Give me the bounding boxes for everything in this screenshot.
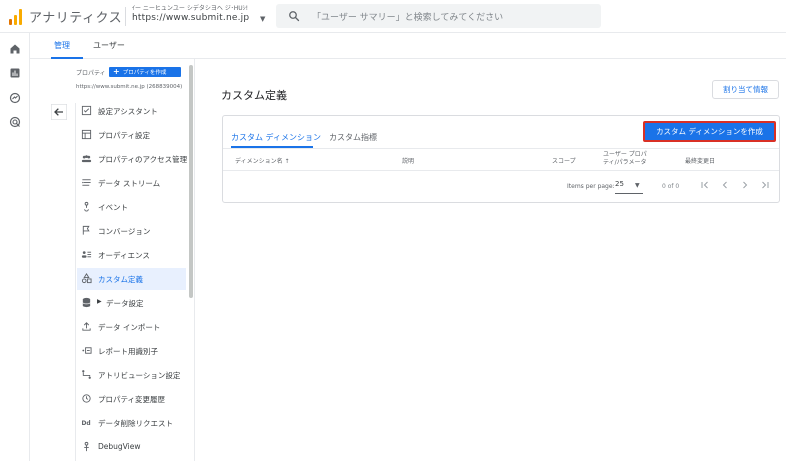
column-header-description: 説明 [402,158,415,165]
nav-item-upload[interactable]: データ インポート [77,316,186,338]
nav-item-label: アトリビューション設定 [98,371,181,380]
column-header-last-modified: 最終変更日 [685,158,716,165]
analytics-logo-icon[interactable] [9,9,23,25]
assign-info-button[interactable]: 割り当て情報 [712,80,779,99]
page-title: カスタム定義 [221,89,287,102]
nav-item-label: カスタム定義 [98,275,143,284]
nav-item-label: DebugView [98,442,141,451]
upload-icon [82,322,91,331]
prev-page-icon[interactable] [719,179,731,191]
tab-admin[interactable]: 管理 [54,40,70,51]
next-page-icon[interactable] [739,179,751,191]
attribution-icon [82,370,91,379]
nav-item-label: 設定アシスタント [98,107,158,116]
nav-item-label: データ設定 [106,299,144,308]
nav-item-label: プロパティ変更履歴 [98,395,166,404]
nav-item-audience[interactable]: オーディエンス [77,244,186,266]
left-rail [0,33,30,461]
history-icon [82,394,91,403]
table-header-divider [223,170,779,171]
plus-icon: + [113,67,120,76]
people-icon [81,155,92,163]
first-page-icon[interactable] [699,179,711,191]
search-placeholder: 「ユーザー サマリー」と検索してみてください [312,13,504,23]
items-per-page-label: Items per page: [567,183,615,190]
tab-custom-metrics[interactable]: カスタム指標 [329,132,377,143]
nav-item-label: コンバージョン [98,227,151,236]
column-header-user-property-line1: ユーザー プロパ [603,151,647,158]
account-dropdown-icon[interactable]: ▼ [260,15,265,23]
shapes-icon [81,273,92,284]
column-header-user-property-line2: ティ/パラメータ [603,159,647,166]
debug-icon [84,441,89,452]
nav-item-shapes[interactable]: カスタム定義 [77,268,186,290]
property-label: プロパティ [76,70,106,77]
nav-item-dd[interactable]: Dd データ削除リクエスト [77,412,186,434]
last-page-icon[interactable] [759,179,771,191]
account-property-name[interactable]: https://www.submit.ne.jp [132,13,249,23]
nav-item-label: データ削除リクエスト [98,419,173,428]
nav-item-checklist[interactable]: 設定アシスタント [77,100,186,122]
nav-item-label: イベント [98,203,128,212]
pagination-count: 0 of 0 [662,183,680,190]
column-header-scope: スコープ [552,158,576,165]
identity-icon [82,347,92,354]
create-custom-dimension-button[interactable]: カスタム ディメンションを作成 [643,121,776,142]
data-stream-icon [82,179,91,186]
back-arrow-icon[interactable] [51,104,67,120]
event-icon [84,201,89,212]
custom-definitions-card: カスタム ディメンション カスタム指標 カスタム ディメンションを作成 ディメン… [222,115,780,203]
tab-custom-dimensions[interactable]: カスタム ディメンション [231,132,321,143]
header-divider [125,7,126,26]
create-property-button[interactable]: + プロパティを作成 [109,67,181,77]
admin-subtabs: 管理 ユーザー [30,33,786,59]
nav-divider [75,103,76,461]
expand-arrow-icon[interactable]: ▶ [97,298,102,305]
nav-item-people[interactable]: プロパティのアクセス管理 [77,148,188,170]
explore-icon[interactable] [9,92,21,104]
column-header-user-property: ユーザー プロパ ティ/パラメータ [603,151,647,167]
tab-user[interactable]: ユーザー [93,40,125,51]
database-icon [82,297,91,308]
nav-item-event[interactable]: イベント [77,196,186,218]
items-per-page-underline [615,193,643,194]
nav-item-label: レポート用識別子 [98,347,158,356]
flag-icon [82,225,90,235]
account-breadcrumb[interactable]: ｲー ニーヒュンユー シデタシヨへ ジ･HUｼ! [132,3,248,12]
top-bar: アナリティクス ｲー ニーヒュンユー シデタシヨへ ジ･HUｼ! https:/… [0,0,786,33]
property-url[interactable]: https://www.submit.ne.jp (268839004) [76,84,182,90]
nav-item-label: データ インポート [98,323,161,332]
audience-icon [81,251,92,258]
create-property-label: プロパティを作成 [122,70,167,76]
nav-item-identity[interactable]: レポート用識別子 [77,340,186,362]
chevron-down-icon[interactable]: ▼ [635,182,640,189]
nav-item-database[interactable]: ▶ データ設定 [77,292,186,314]
reports-icon[interactable] [9,67,21,79]
checklist-icon [81,105,92,116]
nav-item-data-stream[interactable]: データ ストリーム [77,172,186,194]
nav-item-label: データ ストリーム [98,179,161,188]
nav-item-flag[interactable]: コンバージョン [77,220,186,242]
svg-text:Dd: Dd [81,420,90,427]
search-icon [289,11,300,22]
nav-item-label: プロパティのアクセス管理 [98,155,188,164]
nav-item-label: プロパティ設定 [98,131,151,140]
items-per-page-select[interactable]: 25 [615,180,624,188]
nav-item-history[interactable]: プロパティ変更履歴 [77,388,186,410]
nav-item-attribution[interactable]: アトリビューション設定 [77,364,186,386]
home-icon[interactable] [9,43,21,55]
nav-item-debug[interactable]: DebugView [77,436,186,458]
app-title: アナリティクス [29,11,123,26]
search-bar[interactable]: 「ユーザー サマリー」と検索してみてください [276,4,601,28]
nav-item-property-settings[interactable]: プロパティ設定 [77,124,186,146]
property-settings-icon [81,129,92,140]
nav-scrollbar[interactable] [189,65,193,298]
tabs-divider [223,148,779,149]
advertising-icon[interactable] [9,116,21,128]
column-header-dimension-name[interactable]: ディメンション名 ↑ [235,156,290,165]
dd-icon: Dd [81,420,90,427]
nav-item-label: オーディエンス [98,251,150,260]
